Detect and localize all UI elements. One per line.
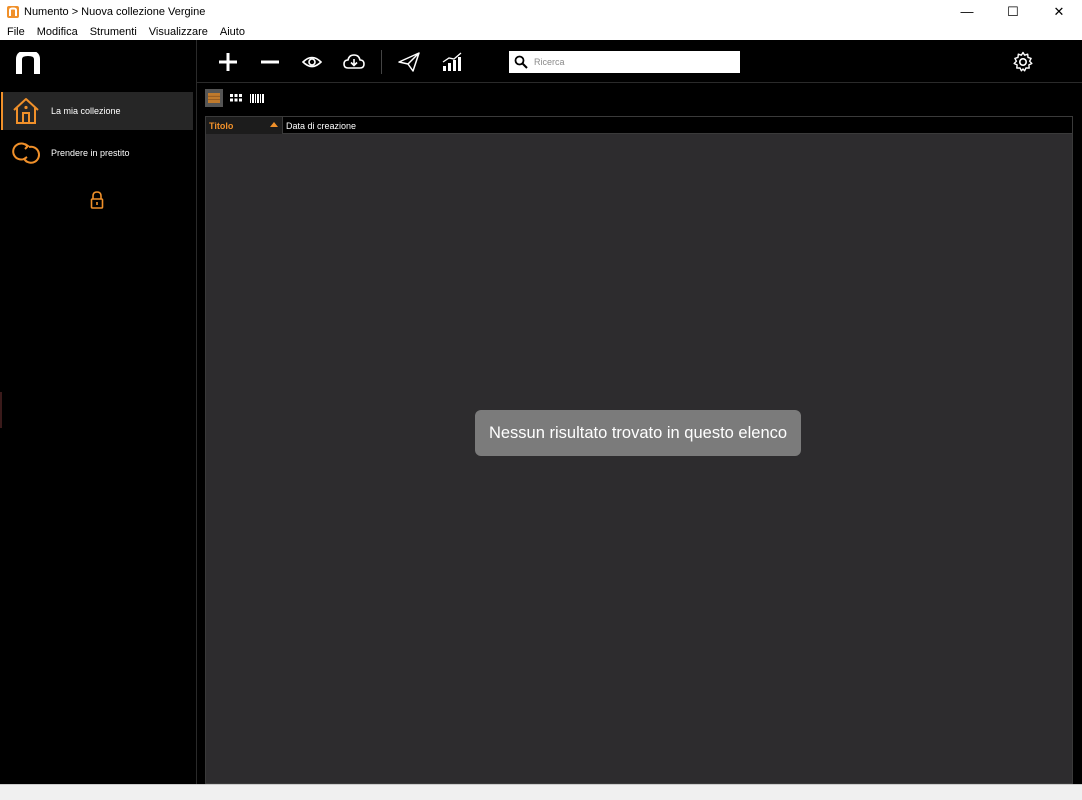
sidebar-item-lend[interactable]: Prendere in prestito xyxy=(1,134,193,172)
search-icon xyxy=(514,55,528,69)
view-icon xyxy=(302,56,322,68)
column-header-creation-date[interactable]: Data di creazione xyxy=(283,117,356,134)
list-view-icon xyxy=(208,93,220,103)
view-button[interactable] xyxy=(300,50,324,74)
barcode-view-button[interactable] xyxy=(248,89,266,107)
statistics-button[interactable] xyxy=(440,50,464,74)
menu-aiuto[interactable]: Aiuto xyxy=(214,26,251,38)
toolbar xyxy=(197,40,1082,83)
numento-logo-icon xyxy=(16,52,40,74)
grid-view-button[interactable] xyxy=(227,89,245,107)
toolbar-separator xyxy=(381,50,382,74)
cloud-download-button[interactable] xyxy=(342,50,366,74)
menu-file[interactable]: File xyxy=(0,26,31,38)
lock-icon[interactable] xyxy=(89,190,105,210)
search-input[interactable] xyxy=(534,57,724,67)
home-icon xyxy=(13,98,39,124)
status-bar xyxy=(0,784,1082,800)
lend-icon xyxy=(12,142,40,164)
table-header: Titolo Data di creazione xyxy=(206,117,1072,134)
minimize-button[interactable]: — xyxy=(944,0,990,23)
stats-icon xyxy=(442,52,462,71)
remove-button[interactable] xyxy=(258,50,282,74)
barcode-view-icon xyxy=(250,93,264,103)
cloud-download-icon xyxy=(343,54,365,69)
search-box[interactable] xyxy=(509,51,740,73)
add-button[interactable] xyxy=(216,50,240,74)
column-header-title[interactable]: Titolo xyxy=(206,117,283,134)
view-mode-bar xyxy=(197,84,1082,114)
grid-view-icon xyxy=(230,94,242,102)
send-button[interactable] xyxy=(397,50,421,74)
add-icon xyxy=(219,53,237,71)
sidebar: La mia collezione Prendere in prestito xyxy=(0,40,197,784)
list-view-button[interactable] xyxy=(205,89,223,107)
title-bar: Numento > Nuova collezione Vergine — ☐ ✕ xyxy=(0,0,1082,23)
menu-visualizzare[interactable]: Visualizzare xyxy=(143,26,214,38)
send-icon xyxy=(398,52,420,72)
app-logo-icon xyxy=(7,5,19,18)
window-title: Numento > Nuova collezione Vergine xyxy=(24,5,206,18)
sort-ascending-icon xyxy=(270,122,278,127)
remove-icon xyxy=(261,60,279,64)
maximize-button[interactable]: ☐ xyxy=(990,0,1036,23)
sidebar-item-label: La mia collezione xyxy=(51,106,121,116)
close-button[interactable]: ✕ xyxy=(1036,0,1082,23)
sidebar-item-label: Prendere in prestito xyxy=(51,148,130,158)
sidebar-resize-handle xyxy=(0,392,2,428)
menu-strumenti[interactable]: Strumenti xyxy=(84,26,143,38)
settings-icon[interactable] xyxy=(1012,51,1034,73)
sidebar-item-my-collection[interactable]: La mia collezione xyxy=(1,92,193,130)
empty-list-message: Nessun risultato trovato in questo elenc… xyxy=(475,410,801,456)
menu-modifica[interactable]: Modifica xyxy=(31,26,84,38)
menu-bar: File Modifica Strumenti Visualizzare Aiu… xyxy=(0,23,1082,40)
